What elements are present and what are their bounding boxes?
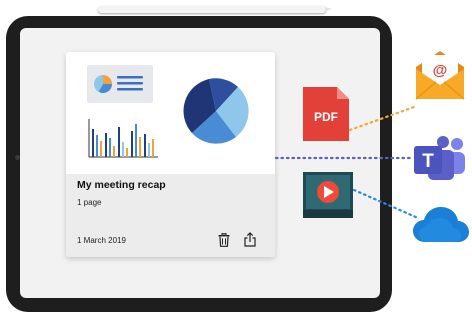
- email-at-symbol: @: [433, 62, 448, 79]
- teams-icon[interactable]: T: [414, 136, 466, 182]
- pdf-label: PDF: [314, 110, 338, 124]
- video-file-icon[interactable]: [303, 172, 353, 218]
- cloud-icon[interactable]: [413, 206, 469, 244]
- pdf-file-icon[interactable]: PDF: [303, 87, 349, 141]
- email-icon[interactable]: @: [414, 51, 466, 101]
- connector-lines: [274, 105, 420, 220]
- teams-letter: T: [422, 151, 434, 172]
